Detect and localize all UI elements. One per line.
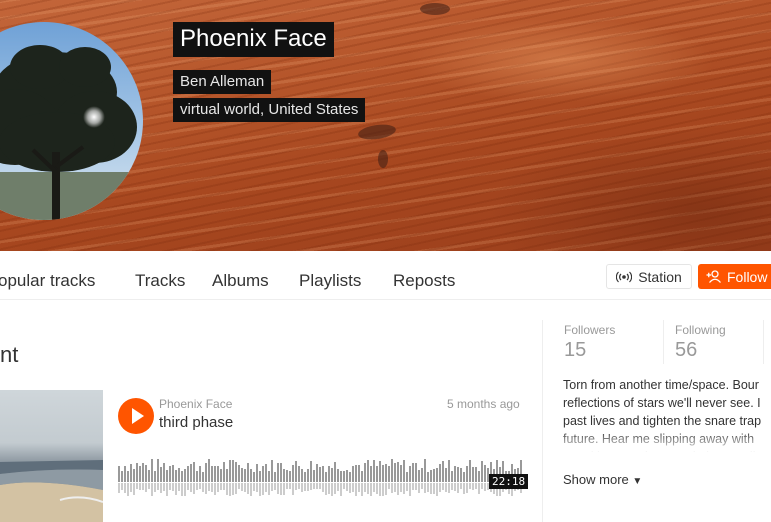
track-posted-time: 5 months ago — [447, 397, 520, 411]
wood-knot — [420, 3, 450, 15]
stats-divider — [663, 320, 664, 364]
station-label: Station — [638, 268, 682, 285]
follow-button[interactable]: Follow — [698, 264, 771, 289]
tab-tracks[interactable]: Tracks — [135, 271, 185, 291]
tab-popular-tracks[interactable]: opular tracks — [0, 271, 95, 291]
profile-banner: Phoenix Face Ben Alleman virtual world, … — [0, 0, 771, 251]
profile-username[interactable]: Ben Alleman — [173, 70, 272, 94]
tab-playlists[interactable]: Playlists — [299, 271, 361, 291]
show-more-button[interactable]: Show more ▼ — [563, 472, 642, 487]
track-artist[interactable]: Phoenix Face — [159, 397, 232, 411]
play-icon[interactable] — [118, 398, 154, 434]
track-title[interactable]: third phase — [159, 414, 233, 431]
tab-albums[interactable]: Albums — [212, 271, 269, 291]
track-artwork[interactable] — [0, 390, 103, 522]
stats-divider — [763, 320, 764, 364]
followers-label[interactable]: Followers — [564, 323, 615, 337]
avatar[interactable] — [0, 22, 143, 220]
wood-knot — [378, 150, 388, 168]
show-more-label: Show more — [563, 472, 629, 487]
station-icon — [616, 271, 633, 282]
tab-reposts[interactable]: Reposts — [393, 271, 455, 291]
profile-location: virtual world, United States — [173, 98, 366, 122]
sun-glare — [83, 106, 105, 128]
following-count[interactable]: 56 — [675, 339, 697, 362]
beach-image — [0, 460, 103, 522]
followers-count[interactable]: 15 — [564, 339, 586, 362]
sidebar-divider — [542, 320, 543, 522]
follow-label: Follow — [727, 268, 768, 285]
following-label[interactable]: Following — [675, 323, 726, 337]
station-button[interactable]: Station — [606, 264, 692, 289]
track-duration: 22:18 — [489, 474, 529, 489]
waveform[interactable] — [118, 452, 522, 500]
section-title: nt — [0, 342, 19, 367]
caret-down-icon: ▼ — [632, 476, 643, 487]
profile-display-name: Phoenix Face — [173, 22, 334, 57]
follow-user-icon — [706, 270, 721, 283]
wood-knot — [357, 122, 397, 142]
bio-fade — [563, 430, 771, 454]
tree-photo — [0, 45, 143, 220]
